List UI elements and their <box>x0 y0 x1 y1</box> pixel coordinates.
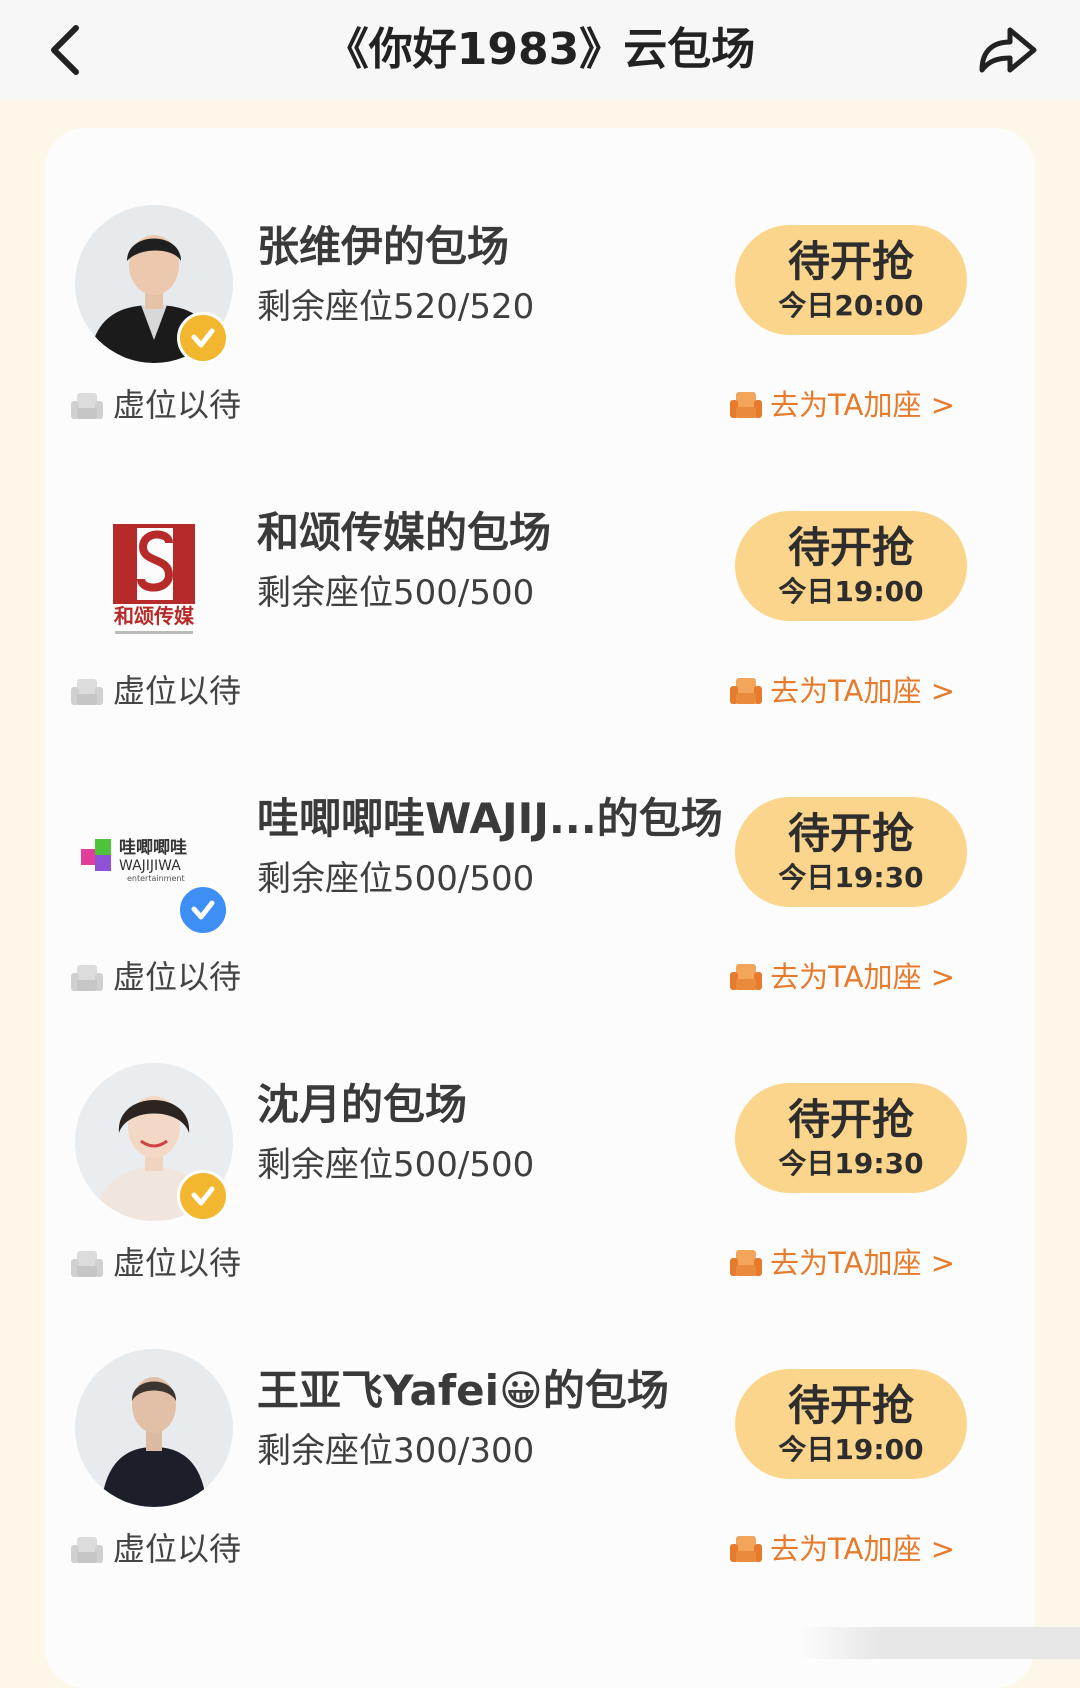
grab-button-label: 待开抢 <box>787 1095 914 1144</box>
room-title: 和颂传媒的包场 <box>257 508 552 557</box>
remaining-seats: 剩余座位500/500 <box>257 859 535 899</box>
sofa-icon <box>730 392 763 418</box>
add-seat-label: 去为TA加座 > <box>770 674 955 708</box>
add-seat-link[interactable]: 去为TA加座 > <box>728 1524 955 1574</box>
remaining-seats: 剩余座位500/500 <box>257 573 535 613</box>
status-text: 虚位以待 <box>113 1530 242 1568</box>
add-seat-link[interactable]: 去为TA加座 > <box>728 1238 955 1288</box>
add-seat-label: 去为TA加座 > <box>770 1532 955 1566</box>
room-card[interactable]: 和颂传媒 和颂传媒的包场 剩余座位500/500 待开抢 今日19:00 虚位以… <box>45 476 1035 776</box>
avatar[interactable] <box>75 1349 233 1507</box>
status-text: 虚位以待 <box>113 672 242 710</box>
room-card[interactable]: 哇唧唧哇 WAJIJIWA entertainment 哇唧唧哇WAJIJ...… <box>45 762 1035 1062</box>
svg-text:entertainment: entertainment <box>127 874 185 883</box>
page-title: 《你好1983》云包场 <box>324 24 756 75</box>
grab-seat-button[interactable]: 待开抢 今日19:00 <box>735 511 967 621</box>
add-seat-label: 去为TA加座 > <box>770 1246 955 1280</box>
remaining-seats: 剩余座位300/300 <box>257 1431 535 1471</box>
sofa-icon <box>730 964 763 990</box>
add-seat-label: 去为TA加座 > <box>770 960 955 994</box>
grab-button-time: 今日19:00 <box>778 1433 924 1466</box>
hesong-logo-icon: 和颂传媒 <box>113 524 195 634</box>
add-seat-link[interactable]: 去为TA加座 > <box>728 666 955 716</box>
add-seat-link[interactable]: 去为TA加座 > <box>728 952 955 1002</box>
sofa-icon <box>730 1250 763 1276</box>
room-card[interactable]: 张维伊的包场 剩余座位520/520 待开抢 今日20:00 虚位以待 去为TA… <box>45 190 1035 490</box>
svg-text:哇唧唧哇: 哇唧唧哇 <box>119 838 187 858</box>
verified-badge <box>177 1170 229 1222</box>
top-bar: 《你好1983》云包场 <box>0 0 1080 100</box>
svg-text:WAJIJIWA: WAJIJIWA <box>119 858 181 874</box>
room-card[interactable]: 沈月的包场 剩余座位500/500 待开抢 今日19:30 虚位以待 去为TA加… <box>45 1048 1035 1348</box>
grab-button-label: 待开抢 <box>787 809 914 858</box>
remaining-seats: 剩余座位520/520 <box>257 287 535 327</box>
status-text: 虚位以待 <box>113 386 242 424</box>
watermark-overlay <box>800 1627 1080 1659</box>
gold-verified-icon <box>191 1186 215 1206</box>
add-seat-link[interactable]: 去为TA加座 > <box>728 380 955 430</box>
status-text: 虚位以待 <box>113 958 242 996</box>
blue-verified-icon <box>191 900 215 920</box>
grab-button-time: 今日19:30 <box>778 861 924 894</box>
grab-button-label: 待开抢 <box>787 237 914 286</box>
add-seat-label: 去为TA加座 > <box>770 388 955 422</box>
room-title: 王亚飞Yafei😀的包场 <box>257 1366 669 1415</box>
room-card[interactable]: 王亚飞Yafei😀的包场 剩余座位300/300 待开抢 今日19:00 虚位以… <box>45 1334 1035 1634</box>
room-title: 张维伊的包场 <box>257 222 510 271</box>
room-title: 哇唧唧哇WAJIJ...的包场 <box>257 794 723 843</box>
sofa-icon <box>730 678 763 704</box>
sofa-icon <box>71 679 103 705</box>
verified-badge <box>177 312 229 364</box>
sofa-icon <box>71 1537 103 1563</box>
grab-button-label: 待开抢 <box>787 523 914 572</box>
remaining-seats: 剩余座位500/500 <box>257 1145 535 1185</box>
status-text: 虚位以待 <box>113 1244 242 1282</box>
grab-seat-button[interactable]: 待开抢 今日19:30 <box>735 1083 967 1193</box>
grab-button-time: 今日20:00 <box>778 289 924 322</box>
gold-verified-icon <box>191 328 215 348</box>
grab-button-time: 今日19:00 <box>778 575 924 608</box>
room-title: 沈月的包场 <box>257 1080 468 1129</box>
company-logo[interactable]: 和颂传媒 <box>75 491 233 649</box>
share-arrow-icon <box>979 27 1037 73</box>
sofa-icon <box>71 965 103 991</box>
verified-badge <box>177 884 229 936</box>
grab-seat-button[interactable]: 待开抢 今日20:00 <box>735 225 967 335</box>
grab-button-label: 待开抢 <box>787 1381 914 1430</box>
svg-text:和颂传媒: 和颂传媒 <box>114 604 195 628</box>
grab-seat-button[interactable]: 待开抢 今日19:30 <box>735 797 967 907</box>
sofa-icon <box>71 393 103 419</box>
grab-button-time: 今日19:30 <box>778 1147 924 1180</box>
sofa-icon <box>730 1536 763 1562</box>
sofa-icon <box>71 1251 103 1277</box>
grab-seat-button[interactable]: 待开抢 今日19:00 <box>735 1369 967 1479</box>
person-photo-icon <box>75 1349 233 1507</box>
share-button[interactable] <box>972 20 1042 80</box>
